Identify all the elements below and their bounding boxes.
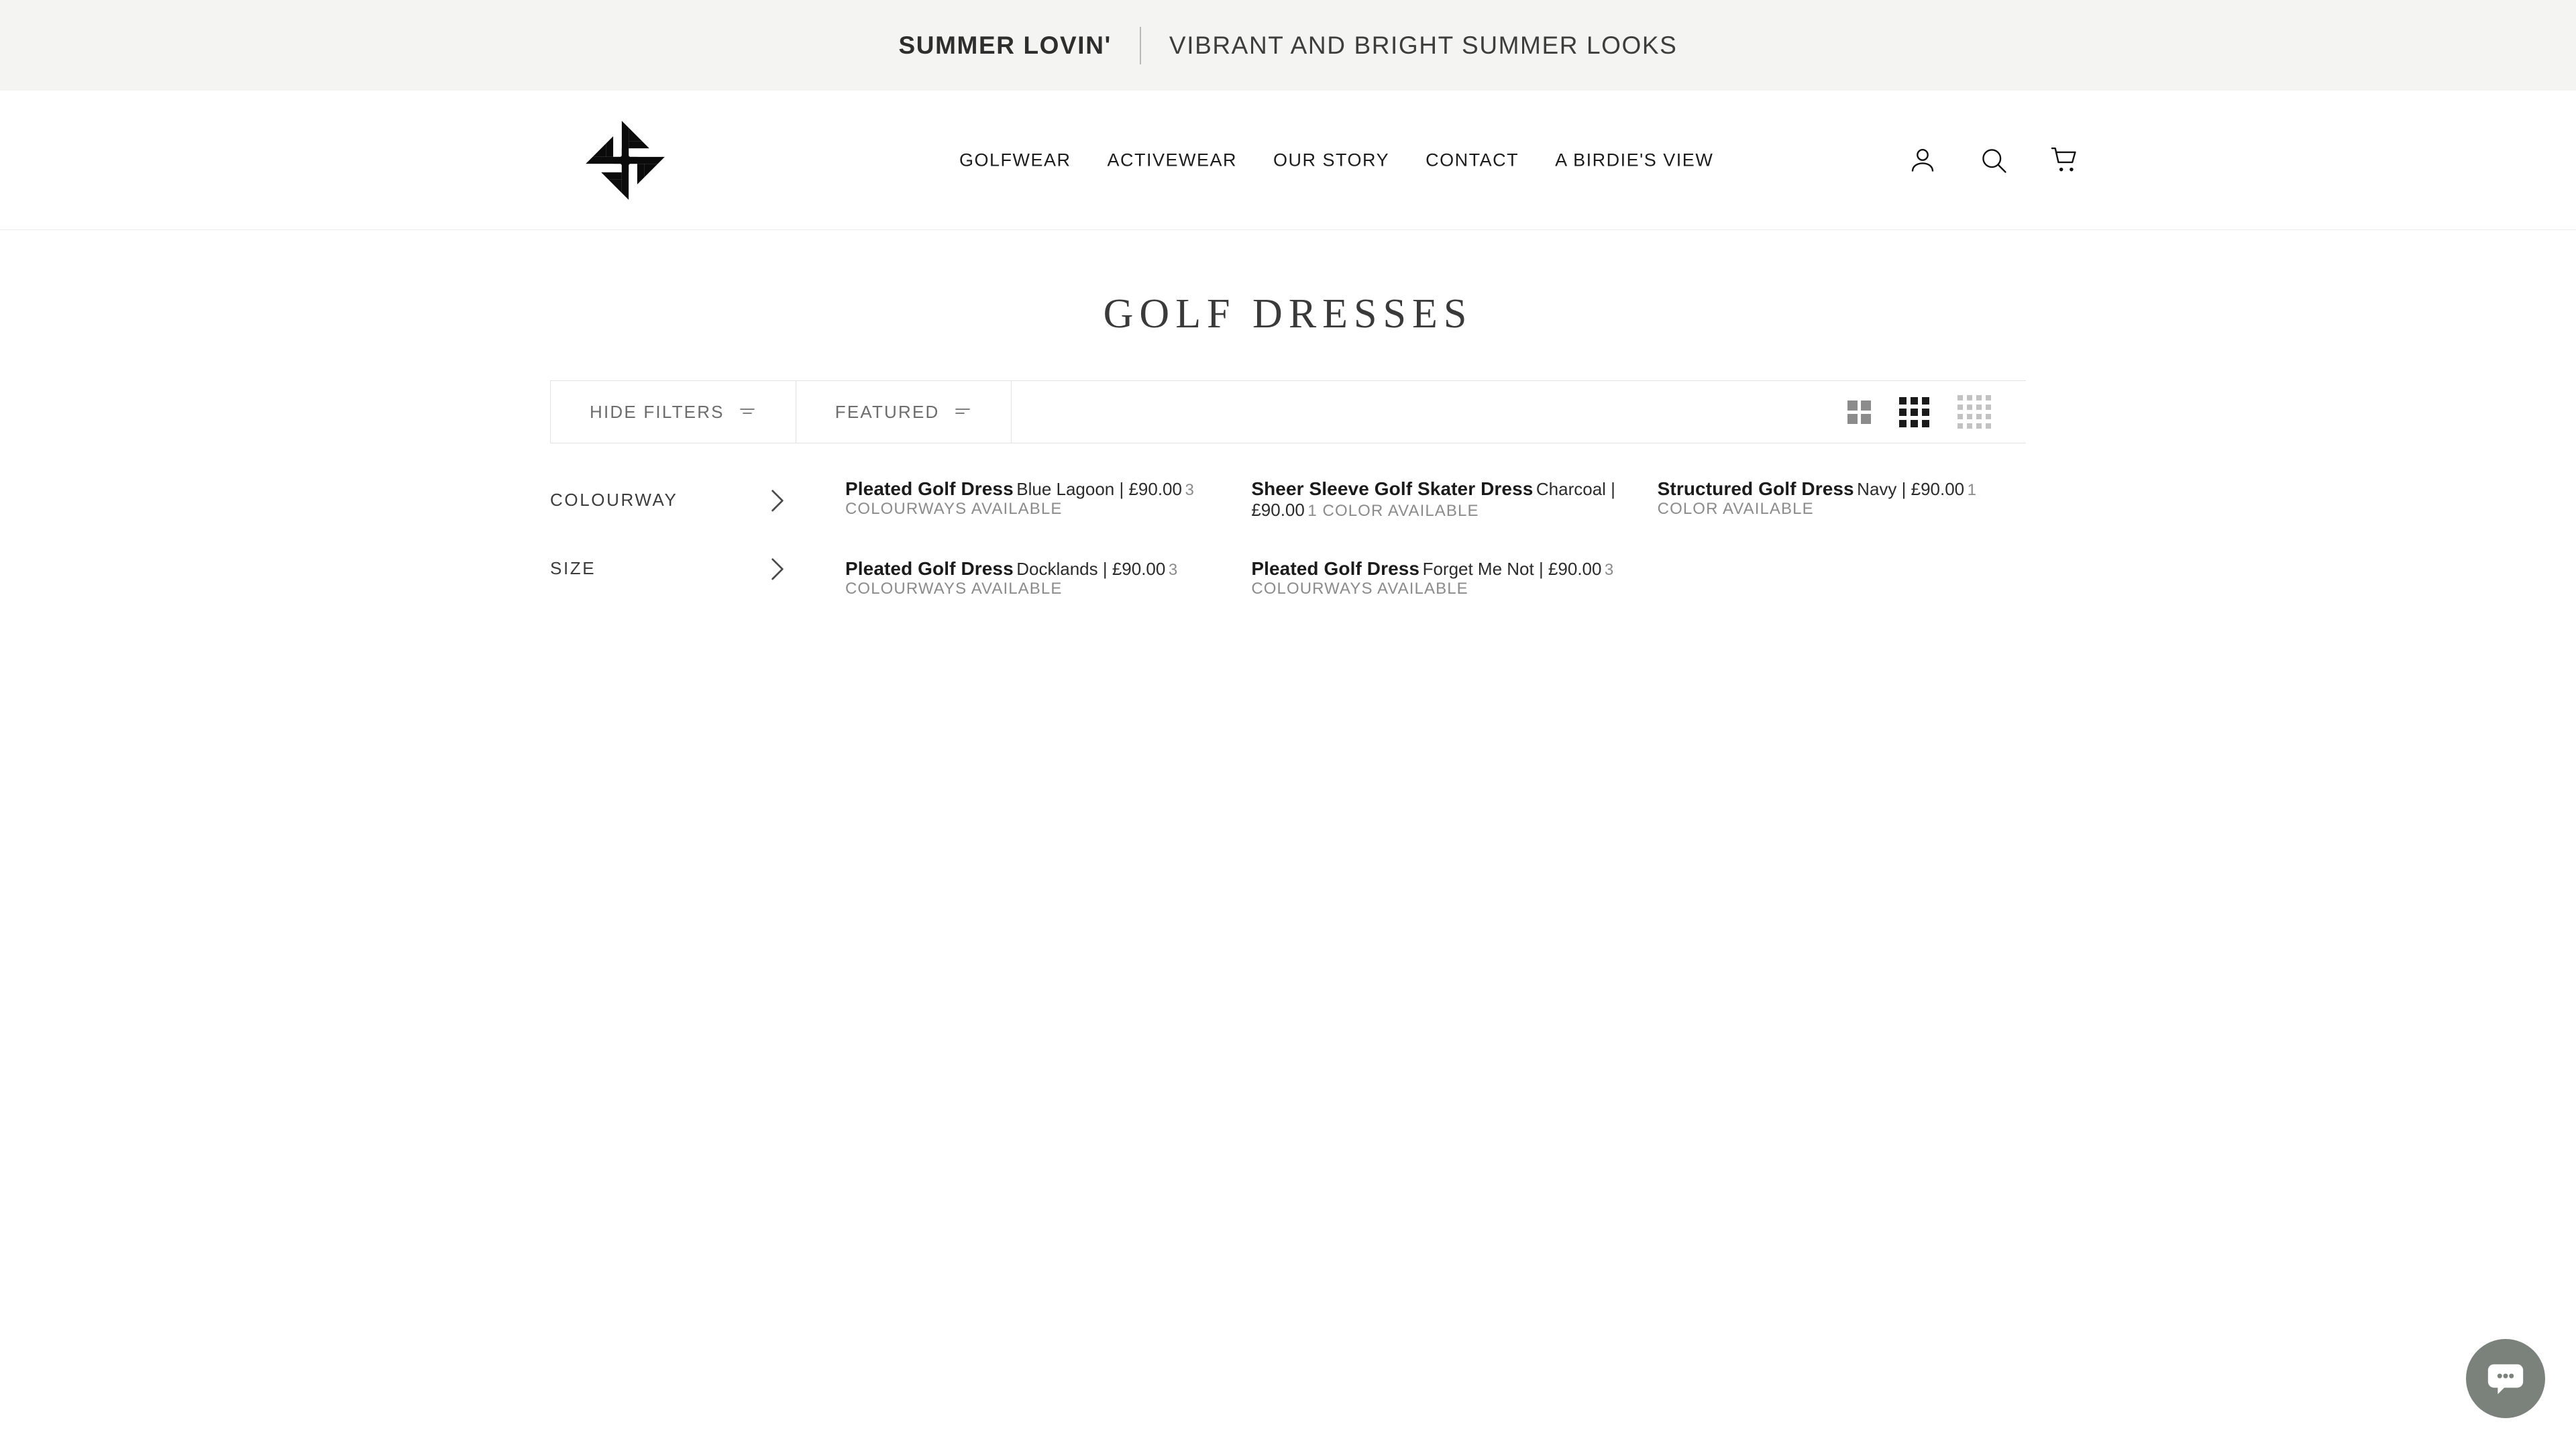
filter-icon xyxy=(738,405,757,419)
announcement-divider xyxy=(1139,26,1141,64)
product-card[interactable]: Pleated Golf Dress Forget Me Not | £90.0… xyxy=(1251,558,1619,598)
product-title: Structured Golf Dress xyxy=(1657,478,1854,499)
hide-filters-label: HIDE FILTERS xyxy=(590,401,724,422)
grid-2-columns-toggle[interactable] xyxy=(1847,400,1871,424)
main-navigation: GOLFWEAR ACTIVEWEAR OUR STORY CONTACT A … xyxy=(959,150,1713,170)
product-grid: Pleated Golf Dress Blue Lagoon | £90.00 … xyxy=(845,478,2026,598)
site-header: GOLFWEAR ACTIVEWEAR OUR STORY CONTACT A … xyxy=(0,91,2576,230)
product-title: Pleated Golf Dress xyxy=(845,478,1014,499)
filter-bar-spacer xyxy=(1012,381,1847,443)
sidebar-filter-colourway[interactable]: COLOURWAY xyxy=(550,478,845,521)
product-variant-price: Blue Lagoon | £90.00 xyxy=(1016,479,1182,499)
chevron-right-icon xyxy=(770,488,785,512)
nav-item-contact[interactable]: CONTACT xyxy=(1426,150,1519,170)
product-card[interactable]: Pleated Golf Dress Docklands | £90.00 3 … xyxy=(845,558,1214,598)
cart-icon[interactable] xyxy=(2050,146,2080,175)
product-card[interactable]: Sheer Sleeve Golf Skater Dress Charcoal … xyxy=(1251,478,1619,521)
grid-3-columns-toggle[interactable] xyxy=(1899,396,1929,427)
page-title: GOLF DRESSES xyxy=(1103,291,1473,337)
nav-item-a-birdies-view[interactable]: A BIRDIE'S VIEW xyxy=(1555,150,1713,170)
filter-bar: HIDE FILTERS FEATURED xyxy=(550,380,2026,443)
chevron-right-icon xyxy=(770,557,785,580)
product-card[interactable]: Structured Golf Dress Navy | £90.00 1 CO… xyxy=(1658,478,2026,521)
product-variant-price: Navy | £90.00 xyxy=(1857,479,1965,499)
sidebar-filter-size-label: SIZE xyxy=(550,557,596,578)
product-variant-price: Forget Me Not | £90.00 xyxy=(1422,559,1602,579)
filter-sidebar: COLOURWAY SIZE xyxy=(550,478,845,598)
product-card[interactable]: Pleated Golf Dress Blue Lagoon | £90.00 … xyxy=(845,478,1214,521)
hide-filters-button[interactable]: HIDE FILTERS xyxy=(550,381,796,443)
view-mode-toggles xyxy=(1847,381,2026,443)
chat-bubble-icon xyxy=(2485,1358,2526,1399)
product-title: Pleated Golf Dress xyxy=(845,558,1014,579)
product-title: Pleated Golf Dress xyxy=(1251,558,1420,579)
page-root: SUMMER LOVIN' VIBRANT AND BRIGHT SUMMER … xyxy=(0,0,2576,1449)
announcement-subtext: VIBRANT AND BRIGHT SUMMER LOOKS xyxy=(1169,31,1678,59)
announcement-headline: SUMMER LOVIN' xyxy=(898,31,1112,59)
sort-by-label: FEATURED xyxy=(835,401,940,422)
product-title: Sheer Sleeve Golf Skater Dress xyxy=(1251,478,1534,499)
chat-widget-button[interactable] xyxy=(2466,1339,2545,1418)
nav-item-golfwear[interactable]: GOLFWEAR xyxy=(959,150,1071,170)
product-variant-price: Docklands | £90.00 xyxy=(1016,559,1166,579)
nav-item-our-story[interactable]: OUR STORY xyxy=(1273,150,1389,170)
sidebar-filter-size[interactable]: SIZE xyxy=(550,547,845,590)
content-shell: HIDE FILTERS FEATURED COLOURWAY SIZE Ple… xyxy=(550,338,2026,598)
sort-icon xyxy=(953,405,972,419)
sidebar-filter-spacer xyxy=(550,521,845,547)
sidebar-filter-colourway-label: COLOURWAY xyxy=(550,489,678,510)
account-icon[interactable] xyxy=(1908,146,1937,175)
grid-4-columns-toggle[interactable] xyxy=(1957,395,1991,429)
search-icon[interactable] xyxy=(1979,146,2008,175)
header-icon-group xyxy=(1908,146,2080,175)
sort-by-button[interactable]: FEATURED xyxy=(796,381,1012,443)
product-colorways: 1 COLOR AVAILABLE xyxy=(1307,502,1479,520)
pinwheel-knot-logo[interactable] xyxy=(576,111,675,210)
announcement-bar: SUMMER LOVIN' VIBRANT AND BRIGHT SUMMER … xyxy=(0,0,2576,91)
catalog-body: COLOURWAY SIZE Pleated Golf Dress Blue L… xyxy=(550,443,2026,598)
nav-item-activewear[interactable]: ACTIVEWEAR xyxy=(1108,150,1238,170)
